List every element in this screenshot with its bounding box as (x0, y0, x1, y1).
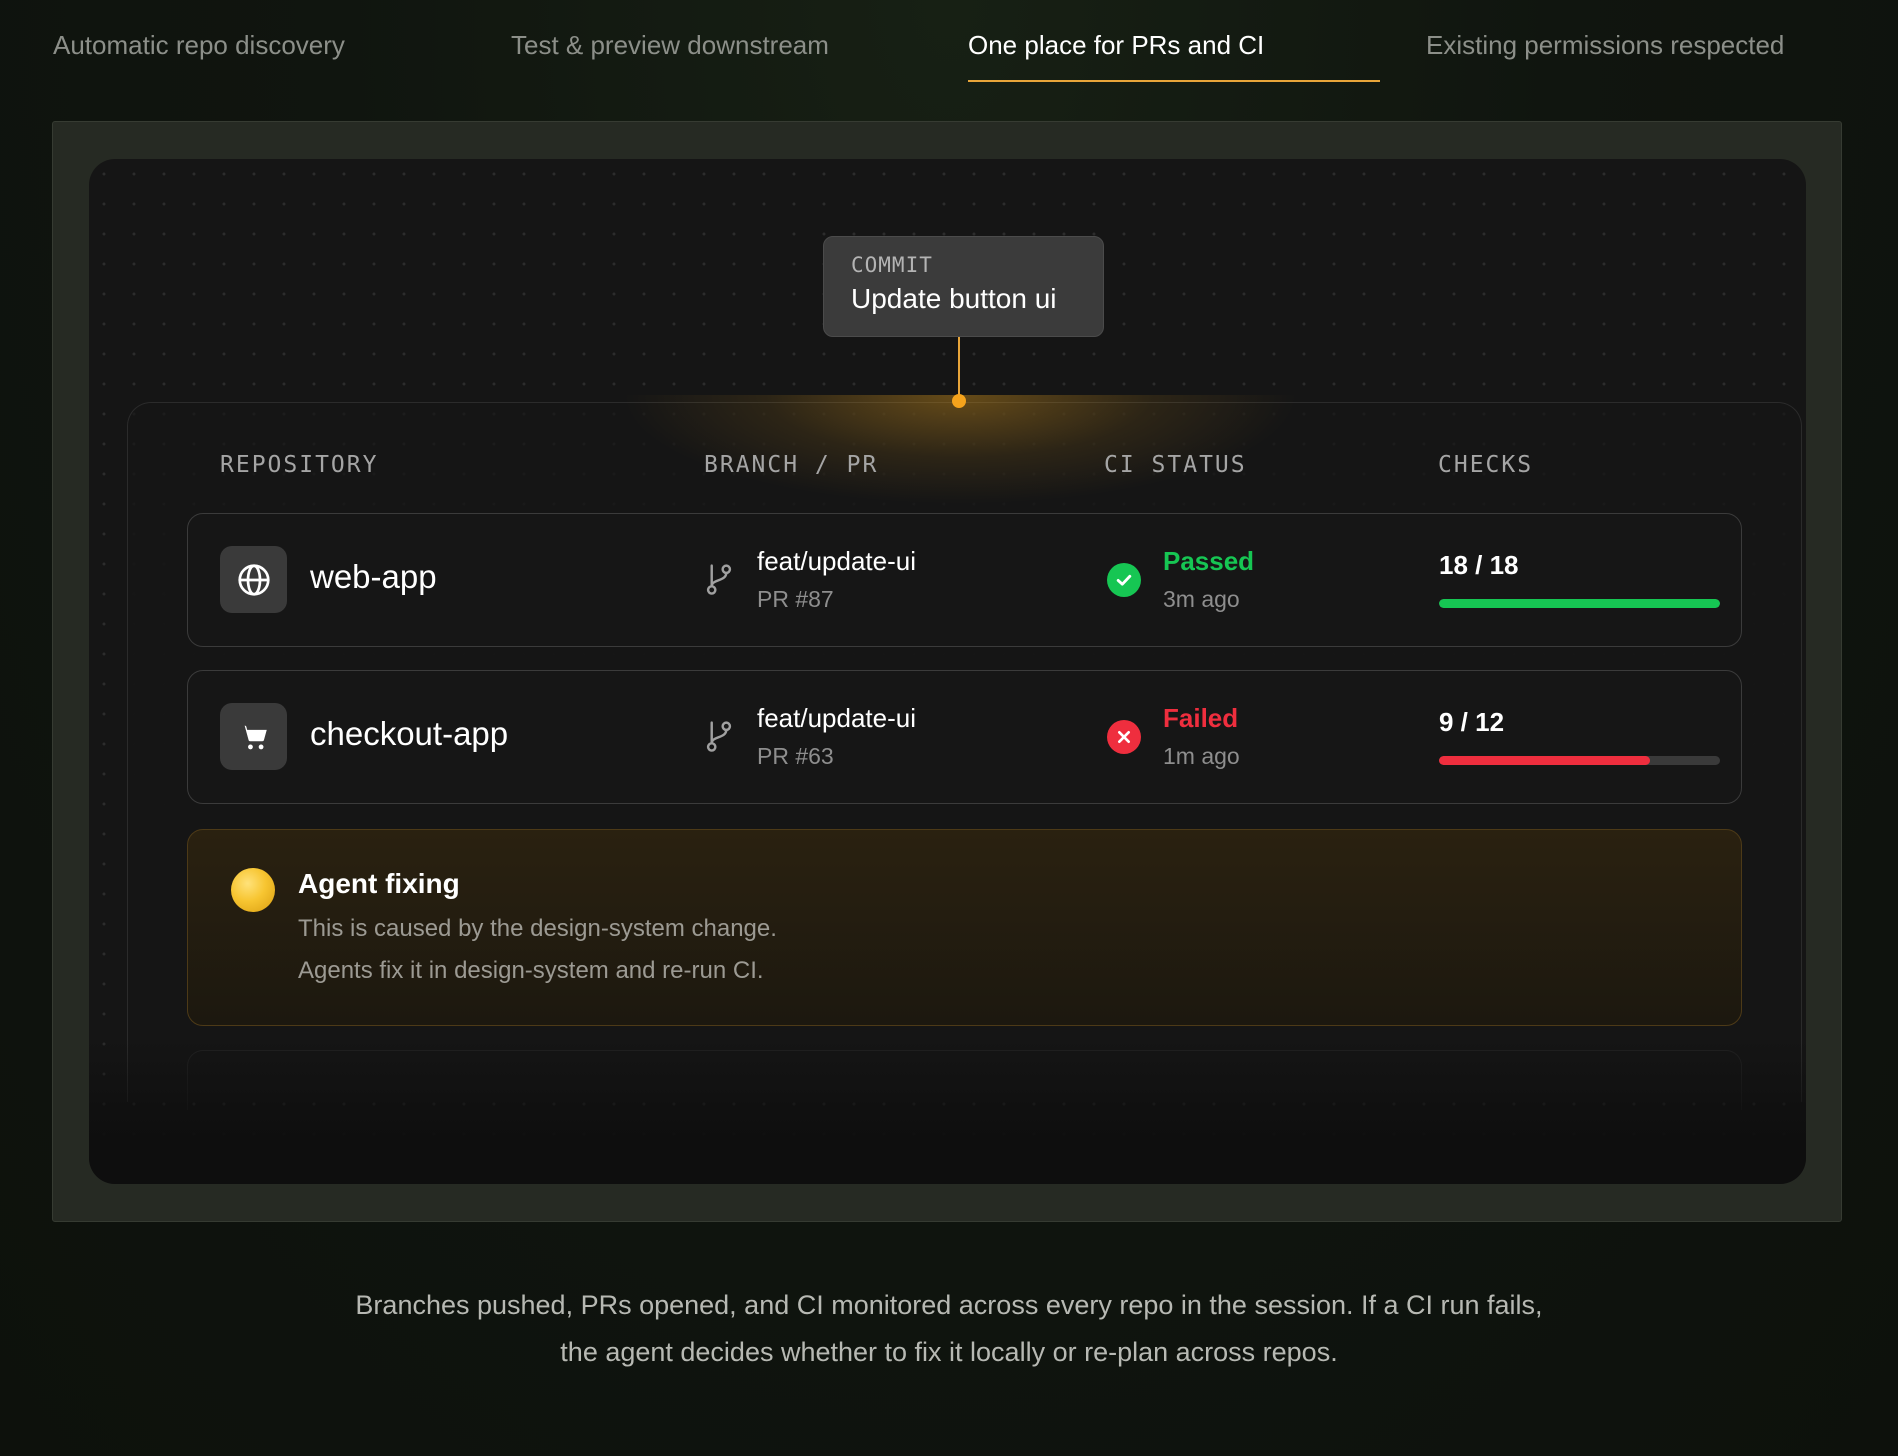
caption-line: Branches pushed, PRs opened, and CI moni… (355, 1290, 1543, 1320)
ci-status: Passed (1163, 546, 1255, 576)
feature-caption: Branches pushed, PRs opened, and CI moni… (0, 1282, 1898, 1376)
commit-connector-dot (952, 394, 966, 408)
agent-fixing-card: Agent fixing This is caused by the desig… (187, 829, 1742, 1026)
git-branch-icon (704, 719, 734, 758)
check-circle-icon (1107, 563, 1141, 597)
ci-status: Failed (1163, 703, 1239, 733)
table-row[interactable]: checkout-app feat/update-ui PR #63 Faile… (187, 670, 1742, 804)
cart-icon (220, 703, 287, 770)
commit-label: COMMIT (851, 253, 933, 277)
repo-name: web-app (310, 558, 437, 595)
agent-message-line: Agents fix it in design-system and re-ru… (298, 957, 764, 984)
pr-number[interactable]: PR #87 (757, 586, 834, 613)
agent-status-indicator (231, 868, 275, 912)
commit-connector-line (958, 337, 960, 400)
column-header-ci-status: CI STATUS (1104, 452, 1247, 478)
git-branch-icon (704, 562, 734, 601)
commit-title: Update button ui (851, 283, 1057, 314)
agent-message-line: This is caused by the design-system chan… (298, 915, 777, 942)
tab-automatic-repo-discovery[interactable]: Automatic repo discovery (53, 30, 345, 82)
checks-progress-bar (1439, 599, 1720, 608)
agent-title: Agent fixing (298, 868, 460, 899)
column-header-branch-pr: BRANCH / PR (704, 452, 879, 478)
ci-status-time: 3m ago (1163, 586, 1240, 612)
tab-one-place-for-prs-and-ci[interactable]: One place for PRs and CI (968, 30, 1264, 82)
globe-icon (220, 546, 287, 613)
active-tab-indicator (968, 80, 1380, 82)
table-row-placeholder (187, 1050, 1742, 1110)
x-circle-icon (1107, 720, 1141, 754)
tab-test-preview-downstream[interactable]: Test & preview downstream (511, 30, 829, 82)
pr-number[interactable]: PR #63 (757, 743, 834, 770)
feature-tabs: Automatic repo discovery Test & preview … (0, 0, 1898, 90)
tab-existing-permissions-respected[interactable]: Existing permissions respected (1426, 30, 1784, 82)
checks-progress-bar (1439, 756, 1720, 765)
checks-progress-fill (1439, 756, 1650, 765)
repo-name: checkout-app (310, 715, 509, 752)
table-row[interactable]: web-app feat/update-ui PR #87 Passed 3m … (187, 513, 1742, 647)
commit-card: COMMIT Update button ui (823, 236, 1104, 337)
checks-count: 18 / 18 (1439, 550, 1519, 580)
ci-status-time: 1m ago (1163, 743, 1240, 769)
checks-count: 9 / 12 (1439, 707, 1505, 737)
checks-progress-fill (1439, 599, 1720, 608)
column-header-repository: REPOSITORY (220, 452, 379, 478)
branch-name[interactable]: feat/update-ui (757, 546, 916, 577)
branch-name[interactable]: feat/update-ui (757, 703, 916, 734)
caption-line: the agent decides whether to fix it loca… (560, 1337, 1338, 1367)
column-header-checks: CHECKS (1438, 452, 1534, 478)
